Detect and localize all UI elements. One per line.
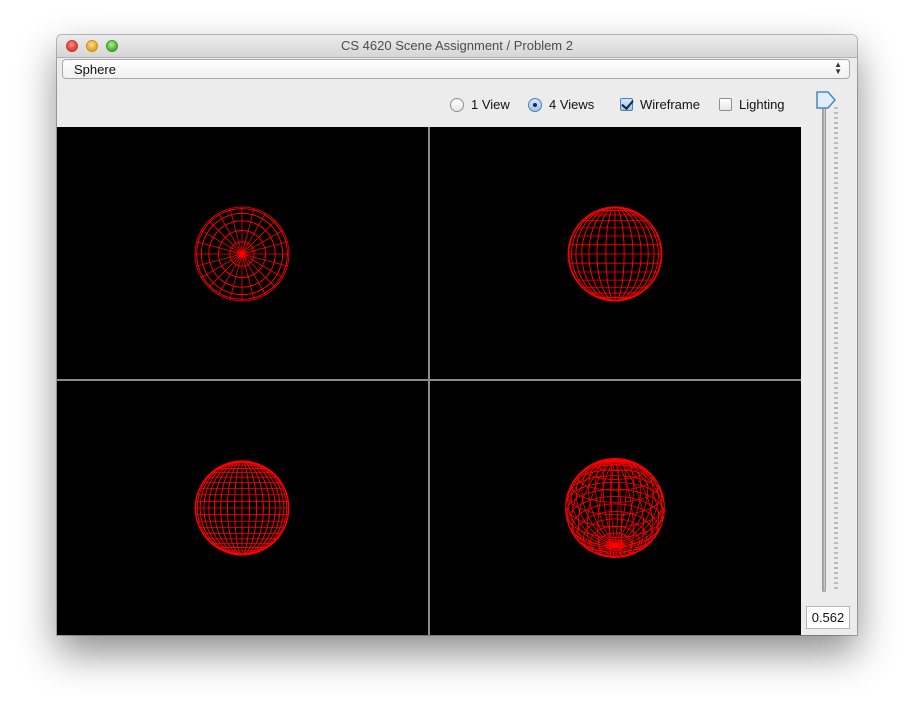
- scene-selector-value: Sphere: [74, 62, 116, 77]
- viewport-bottom-right[interactable]: [430, 381, 801, 635]
- checkbox-indicator-lighting[interactable]: [719, 98, 732, 111]
- one-view-radio[interactable]: 1 View: [450, 97, 510, 112]
- window-title: CS 4620 Scene Assignment / Problem 2: [341, 38, 573, 53]
- viewport-bottom-left[interactable]: [57, 381, 428, 635]
- wireframe-checkbox[interactable]: Wireframe: [620, 97, 700, 112]
- radio-indicator-four-views[interactable]: [528, 97, 542, 112]
- slider-thumb[interactable]: [815, 90, 837, 110]
- viewport-top-left[interactable]: [57, 127, 428, 379]
- view-options-bar: 1 View 4 Views Wireframe Lighting: [57, 97, 857, 115]
- four-views-radio[interactable]: 4 Views: [528, 97, 594, 112]
- lighting-checkbox[interactable]: Lighting: [719, 97, 785, 112]
- viewport-divider-horizontal[interactable]: [57, 379, 801, 381]
- four-views-label: 4 Views: [549, 97, 595, 112]
- wireframe-label: Wireframe: [640, 97, 700, 112]
- radio-indicator-one-view[interactable]: [450, 97, 464, 112]
- application-window: CS 4620 Scene Assignment / Problem 2 Sph…: [57, 35, 857, 635]
- viewport-top-right[interactable]: [430, 127, 801, 379]
- scene-selector-dropdown[interactable]: Sphere ▲ ▼: [62, 59, 850, 79]
- one-view-label: 1 View: [471, 97, 510, 112]
- viewport-divider-vertical[interactable]: [428, 127, 430, 635]
- chevron-up-down-icon: ▲ ▼: [834, 60, 842, 76]
- checkbox-indicator-wireframe[interactable]: [620, 98, 633, 111]
- lighting-label: Lighting: [739, 97, 785, 112]
- slider-ticks: [834, 107, 838, 589]
- slider-value-field[interactable]: 0.562: [806, 606, 850, 629]
- viewport-grid[interactable]: [57, 127, 801, 635]
- title-bar[interactable]: CS 4620 Scene Assignment / Problem 2: [57, 35, 857, 58]
- vertical-slider-track[interactable]: [822, 105, 826, 592]
